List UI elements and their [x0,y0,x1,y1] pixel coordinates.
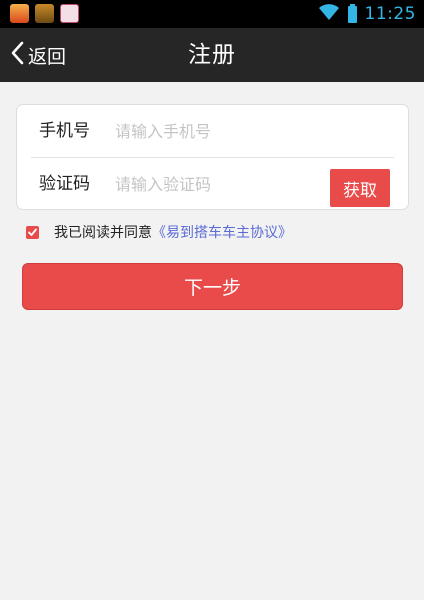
code-row: 验证码 获取 [17,158,408,210]
verification-code-input[interactable] [115,170,295,198]
agreement-link[interactable]: 《易到搭车车主协议》 [152,222,292,242]
registration-form: 手机号 验证码 获取 [16,104,409,210]
phone-label: 手机号 [39,121,90,141]
status-bar: 11:25 [0,0,424,28]
app-icon-1 [10,4,29,23]
app-icon-3 [60,4,79,23]
battery-icon [347,3,357,23]
system-icons: 11:25 [318,3,417,25]
wifi-icon [318,3,340,25]
back-label: 返回 [28,45,67,68]
get-code-button[interactable]: 获取 [330,169,390,207]
agreement-text: 我已阅读并同意 [54,225,152,241]
title-bar: 注册 返回 [0,28,424,82]
chevron-left-icon [10,41,24,69]
code-label: 验证码 [39,174,90,194]
phone-input[interactable] [115,117,315,145]
back-button[interactable]: 返回 [10,28,66,82]
app-icon-2 [35,4,54,23]
agreement-checkbox[interactable] [26,225,39,239]
notification-icons [10,4,79,23]
next-step-button[interactable]: 下一步 [22,263,403,310]
check-icon [28,228,37,236]
agreement-row: 我已阅读并同意 《易到搭车车主协议》 [26,222,292,242]
phone-row: 手机号 [17,105,408,157]
status-clock: 11:25 [364,4,416,24]
